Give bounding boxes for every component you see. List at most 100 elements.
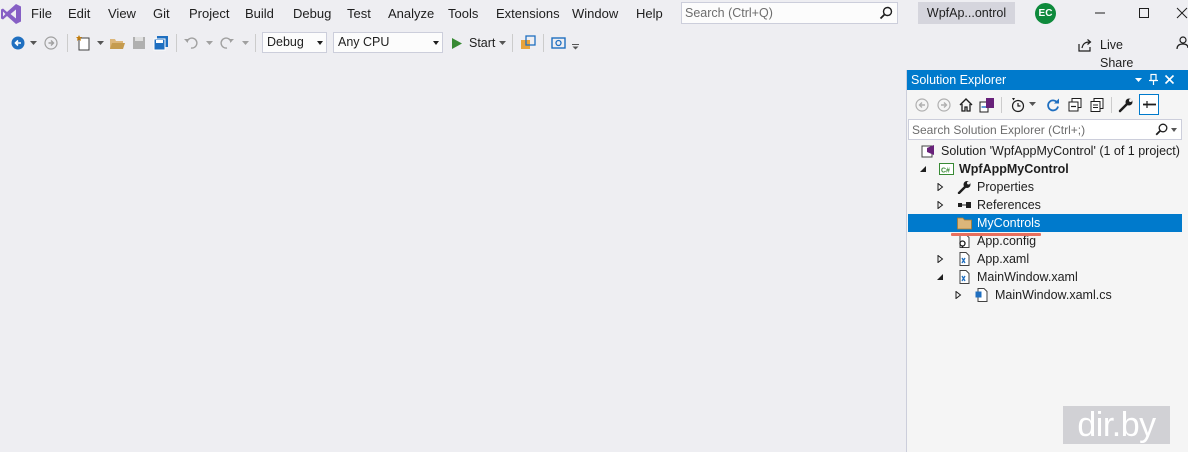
menu-project[interactable]: Project [189, 5, 229, 23]
browser-link-icon[interactable] [520, 35, 536, 51]
chevron-down-icon [433, 41, 439, 45]
cs-file-icon [975, 288, 988, 302]
close-icon[interactable] [1174, 5, 1188, 21]
menu-extensions[interactable]: Extensions [496, 5, 560, 23]
show-all-files-icon[interactable] [1089, 97, 1105, 113]
chevron-down-icon [317, 41, 323, 45]
solution-explorer-toolbar [907, 92, 1188, 118]
solution-explorer-title-bar: Solution Explorer [907, 70, 1188, 90]
chevron-down-icon[interactable] [499, 41, 506, 45]
chevron-down-icon[interactable] [30, 41, 37, 45]
navigate-back-icon[interactable] [11, 36, 25, 50]
menu-edit[interactable]: Edit [68, 5, 90, 23]
switch-views-icon[interactable] [979, 97, 995, 113]
sync-icon[interactable] [1045, 97, 1061, 113]
solution-name-badge: WpfAp...ontrol [918, 2, 1015, 24]
save-all-icon[interactable] [153, 35, 169, 51]
menu-view[interactable]: View [108, 5, 136, 23]
menu-window[interactable]: Window [572, 5, 618, 23]
back-icon[interactable] [914, 97, 930, 113]
xaml-file-icon [959, 270, 970, 284]
tree-item-mainwindow-xaml[interactable]: MainWindow.xaml [908, 268, 1182, 286]
tree-item-app-config[interactable]: App.config [908, 232, 1182, 250]
solution-configuration-select[interactable]: Debug [262, 32, 327, 53]
global-search-input[interactable] [685, 5, 875, 21]
navigate-forward-icon[interactable] [44, 36, 58, 50]
menu-git[interactable]: Git [153, 5, 170, 23]
chevron-down-icon[interactable] [1029, 102, 1036, 106]
toolbar-separator [67, 34, 68, 52]
chevron-down-icon[interactable] [206, 41, 213, 45]
tree-item-solution[interactable]: Solution 'WpfAppMyControl' (1 of 1 proje… [908, 142, 1182, 160]
new-project-icon[interactable] [76, 35, 92, 51]
window-position-dropdown-icon[interactable] [1132, 73, 1145, 86]
start-label: Start [469, 36, 496, 50]
tree-item-label: App.xaml [977, 252, 1030, 266]
tree-item-project[interactable]: C# WpfAppMyControl [908, 160, 1182, 178]
collapse-all-icon[interactable] [1067, 97, 1083, 113]
maximize-icon[interactable] [1136, 5, 1152, 21]
tree-item-references[interactable]: References [908, 196, 1182, 214]
annotation-underline [951, 233, 1041, 236]
avatar[interactable]: EC [1035, 3, 1056, 24]
solution-icon [921, 145, 934, 158]
account-icon[interactable] [1176, 36, 1188, 50]
expanded-arrow-icon[interactable] [919, 165, 927, 173]
menu-help[interactable]: Help [636, 5, 663, 23]
collapsed-arrow-icon[interactable] [936, 201, 944, 209]
solution-platform-value: Any CPU [338, 35, 390, 49]
menu-test[interactable]: Test [347, 5, 371, 23]
home-icon[interactable] [958, 97, 974, 113]
screenshot-icon[interactable] [551, 35, 567, 51]
minimize-icon[interactable] [1092, 5, 1108, 21]
toolbar-separator [176, 34, 177, 52]
forward-icon[interactable] [936, 97, 952, 113]
preview-icon [1143, 101, 1156, 108]
toolbar-separator [1111, 97, 1112, 113]
close-icon[interactable] [1163, 73, 1176, 86]
menu-debug[interactable]: Debug [293, 5, 331, 23]
toolbar-separator [543, 34, 544, 52]
watermark: dir.by [1063, 406, 1170, 444]
global-search-box[interactable] [681, 2, 898, 24]
solution-explorer-search-input[interactable] [912, 122, 1142, 137]
menu-bar: File Edit View Git Project Build Debug T… [0, 0, 1188, 28]
csharp-project-icon: C# [939, 163, 954, 175]
chevron-down-icon[interactable] [97, 41, 104, 45]
menu-analyze[interactable]: Analyze [388, 5, 434, 23]
tree-item-app-xaml[interactable]: App.xaml [908, 250, 1182, 268]
undo-icon[interactable] [184, 36, 198, 50]
chevron-down-icon[interactable] [1171, 128, 1177, 132]
tree-item-properties[interactable]: Properties [908, 178, 1182, 196]
toolbar-options-icon[interactable] [572, 44, 579, 50]
search-icon[interactable] [879, 6, 893, 20]
toolbar-separator [255, 34, 256, 52]
open-folder-icon[interactable] [109, 36, 125, 50]
search-icon[interactable] [1155, 123, 1168, 136]
pending-changes-filter-icon[interactable] [1010, 97, 1026, 113]
pin-icon[interactable] [1147, 73, 1160, 86]
collapsed-arrow-icon[interactable] [936, 183, 944, 191]
wrench-icon [957, 181, 971, 194]
visual-studio-logo-icon[interactable] [0, 3, 22, 25]
save-icon[interactable] [132, 36, 146, 50]
redo-icon[interactable] [220, 36, 234, 50]
menu-build[interactable]: Build [245, 5, 274, 23]
tree-item-label: MainWindow.xaml [977, 270, 1078, 284]
collapsed-arrow-icon[interactable] [936, 255, 944, 263]
play-icon [452, 38, 462, 49]
toolbar-separator [512, 34, 513, 52]
collapsed-arrow-icon[interactable] [954, 291, 962, 299]
solution-explorer-title: Solution Explorer [911, 73, 1007, 87]
properties-wrench-icon[interactable] [1118, 97, 1134, 113]
menu-tools[interactable]: Tools [448, 5, 478, 23]
solution-explorer-search-box[interactable] [908, 119, 1182, 140]
menu-file[interactable]: File [31, 5, 52, 23]
toolbar-separator [1001, 97, 1002, 113]
tree-item-mycontrols-folder[interactable]: MyControls [908, 214, 1182, 232]
solution-platform-select[interactable]: Any CPU [333, 32, 443, 53]
preview-selected-items-button[interactable] [1139, 94, 1159, 115]
expanded-arrow-icon[interactable] [936, 273, 944, 281]
tree-item-mainwindow-xaml-cs[interactable]: MainWindow.xaml.cs [908, 286, 1182, 304]
chevron-down-icon[interactable] [242, 41, 249, 45]
